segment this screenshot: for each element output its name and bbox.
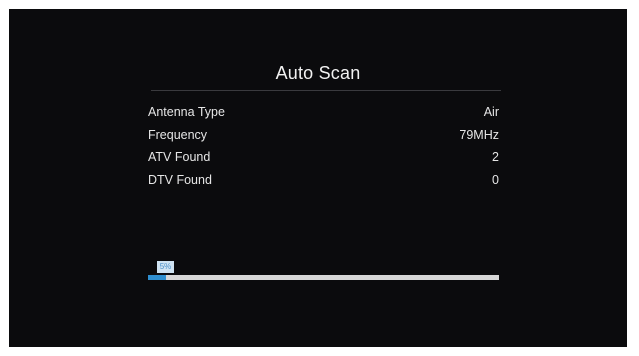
info-row-dtv-found: DTV Found 0	[148, 172, 499, 195]
antenna-type-label: Antenna Type	[148, 105, 225, 119]
title-divider	[151, 90, 501, 91]
scan-info-list: Antenna Type Air Frequency 79MHz ATV Fou…	[148, 104, 499, 194]
dtv-found-label: DTV Found	[148, 172, 212, 187]
progress-percent-badge: 5%	[157, 261, 174, 273]
info-row-atv-found: ATV Found 2	[148, 149, 499, 172]
tv-screen: Auto Scan Antenna Type Air Frequency 79M…	[9, 9, 627, 347]
page-title: Auto Scan	[275, 63, 361, 83]
antenna-type-value: Air	[483, 105, 499, 119]
info-row-frequency: Frequency 79MHz	[148, 127, 499, 150]
info-row-antenna-type: Antenna Type Air	[148, 104, 499, 127]
dtv-found-value: 0	[492, 172, 499, 187]
frequency-label: Frequency	[148, 127, 208, 142]
scan-progress-bar	[148, 275, 499, 280]
atv-found-value: 2	[492, 150, 499, 164]
frequency-value: 79MHz	[459, 127, 499, 142]
scan-progress-fill	[148, 275, 166, 280]
atv-found-label: ATV Found	[148, 150, 211, 164]
